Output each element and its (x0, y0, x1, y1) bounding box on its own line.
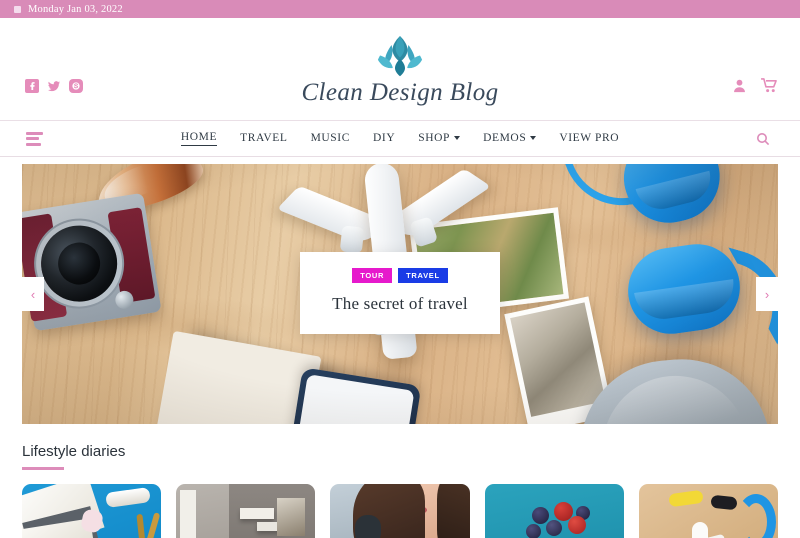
category-badges: TOUR TRAVEL (314, 268, 486, 283)
badge-travel[interactable]: TRAVEL (398, 268, 448, 283)
nav-list: HOME TRAVEL MUSIC DIY SHOP DEMOS VIEW PR… (180, 131, 619, 146)
nav-label: HOME (180, 131, 218, 143)
hamburger-line (26, 142, 41, 146)
calendar-icon (14, 5, 21, 13)
card-travel-flatlay[interactable] (638, 484, 779, 538)
main-navigation: HOME TRAVEL MUSIC DIY SHOP DEMOS VIEW PR… (0, 121, 800, 157)
card-thumbnail (330, 484, 470, 538)
card-berries-bowl[interactable] (484, 484, 624, 538)
nav-item-travel[interactable]: TRAVEL (240, 132, 287, 146)
nav-item-view-pro[interactable]: VIEW PRO (559, 132, 619, 146)
nav-label: TRAVEL (240, 131, 288, 144)
nav-item-music[interactable]: MUSIC (311, 132, 350, 146)
card-thumbnail (484, 484, 624, 538)
hamburger-line (26, 137, 39, 140)
slider-next-button[interactable]: › (756, 277, 778, 311)
social-links (25, 79, 83, 93)
search-icon[interactable] (756, 132, 770, 146)
header-actions (732, 78, 778, 93)
hero-title[interactable]: The secret of travel (314, 294, 486, 314)
nav-label: MUSIC (310, 131, 350, 144)
site-branding[interactable]: Clean Design Blog (301, 35, 498, 107)
chevron-down-icon (454, 135, 461, 140)
chevron-down-icon (530, 135, 537, 140)
account-icon[interactable] (732, 78, 747, 93)
current-date: Monday Jan 03, 2022 (28, 3, 123, 15)
nav-label: DEMOS (483, 131, 527, 144)
site-title: Clean Design Blog (301, 79, 499, 106)
twitter-icon[interactable] (47, 79, 61, 93)
card-woman-headphones[interactable] (330, 484, 470, 538)
badge-tour[interactable]: TOUR (352, 268, 393, 283)
lifestyle-section: Lifestyle diaries (0, 443, 800, 538)
nav-label: DIY (373, 131, 396, 144)
cart-icon[interactable] (761, 78, 778, 93)
top-date-bar: Monday Jan 03, 2022 (0, 0, 800, 18)
section-title: Lifestyle diaries (22, 443, 126, 460)
nav-item-shop[interactable]: SHOP (418, 131, 461, 146)
card-grid (22, 484, 779, 538)
nav-label: SHOP (418, 131, 451, 144)
lotus-icon (377, 36, 423, 77)
hamburger-line (26, 131, 43, 135)
nav-item-demos[interactable]: DEMOS (483, 131, 537, 146)
card-living-room[interactable] (176, 484, 316, 538)
card-thumbnail (22, 484, 162, 538)
nav-item-home[interactable]: HOME (180, 131, 218, 146)
hero-slide: TOUR TRAVEL The secret of travel (22, 164, 778, 424)
hero-caption-card: TOUR TRAVEL The secret of travel (300, 252, 500, 334)
card-thumbnail (176, 484, 316, 538)
nav-item-diy[interactable]: DIY (373, 132, 395, 146)
card-thumbnail (638, 484, 779, 538)
slider-prev-button[interactable]: ‹ (22, 277, 44, 311)
site-header: Clean Design Blog (0, 18, 800, 121)
nav-label: VIEW PRO (559, 131, 620, 144)
section-title-underline (22, 467, 64, 470)
hero-slider: TOUR TRAVEL The secret of travel ‹ › (0, 164, 800, 424)
hamburger-icon[interactable] (26, 131, 43, 146)
skype-icon[interactable] (69, 79, 83, 93)
facebook-icon[interactable] (25, 79, 39, 93)
card-craft-supplies[interactable] (22, 484, 162, 538)
